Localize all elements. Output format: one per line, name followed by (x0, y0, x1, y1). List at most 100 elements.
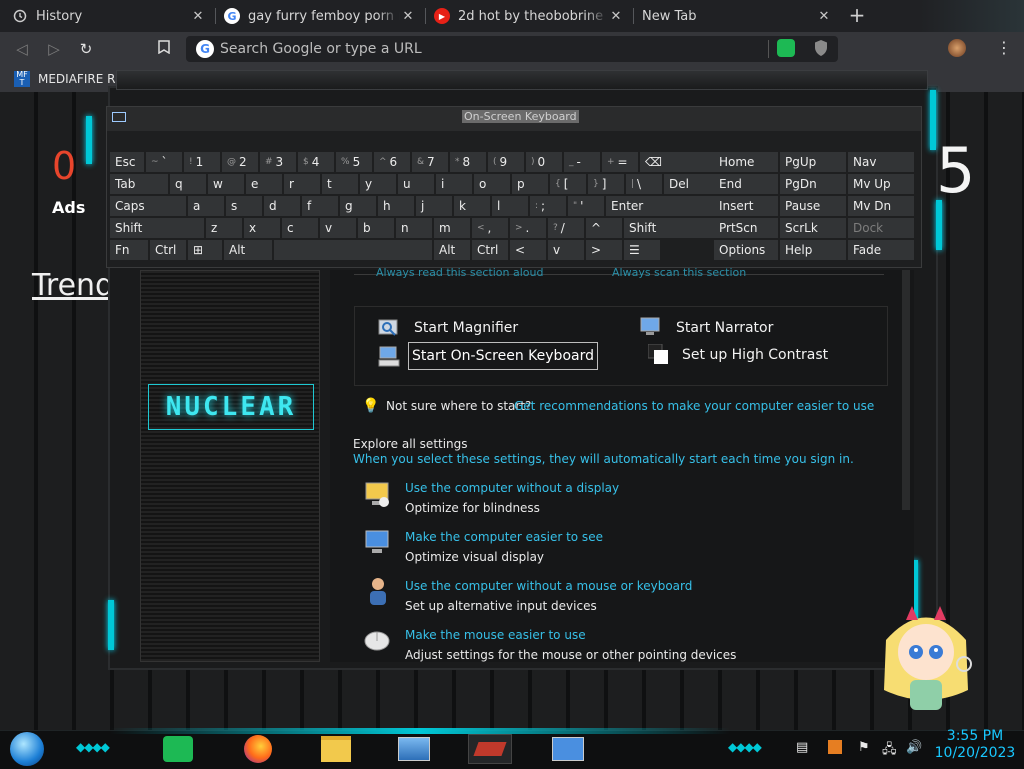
tab-new-tab[interactable]: New Tab ✕ (634, 2, 840, 30)
tab-google-search[interactable]: G gay furry femboy porn rule 34 ✕ (216, 2, 424, 30)
forward-icon[interactable]: ▷ (42, 38, 66, 60)
firefox-icon[interactable] (236, 734, 280, 764)
osk-key[interactable]: Tab (110, 174, 168, 194)
flag-icon[interactable]: ⚑ (858, 740, 870, 755)
tab-youtube[interactable]: ▶ 2d hot by theobobrine hd porn ✕ (426, 2, 632, 30)
osk-key[interactable]: r (284, 174, 320, 194)
osk-nav-key[interactable]: ScrLk (780, 218, 846, 238)
menu-icon[interactable]: ⋮ (996, 38, 1012, 57)
photos-icon[interactable] (392, 734, 436, 764)
osk-key[interactable]: m (434, 218, 470, 238)
osk-key[interactable]: }] (588, 174, 624, 194)
osk-nav-key[interactable]: PrtScn (714, 218, 778, 238)
osk-key[interactable]: w (208, 174, 244, 194)
osk-key[interactable]: #3 (260, 152, 296, 172)
close-icon[interactable]: ✕ (816, 9, 832, 24)
bookmark-star-icon[interactable] (152, 38, 176, 60)
osk-key[interactable]: t (322, 174, 358, 194)
scrollbar[interactable] (902, 270, 910, 510)
osk-key[interactable]: ! 1 (184, 152, 220, 172)
osk-key[interactable]: a (188, 196, 224, 216)
osk-nav-key[interactable]: Insert (714, 196, 778, 216)
osk-nav-key[interactable]: Options (714, 240, 778, 260)
file-explorer-icon[interactable] (314, 734, 358, 764)
osk-key[interactable]: ~ ` (146, 152, 182, 172)
osk-key[interactable]: {[ (550, 174, 586, 194)
osk-key[interactable]: :; (530, 196, 566, 216)
osk-key[interactable]: % 5 (336, 152, 372, 172)
osk-nav-key[interactable]: Help (780, 240, 846, 260)
osk-key[interactable]: Shift (110, 218, 204, 238)
new-tab-button[interactable]: + (845, 4, 869, 28)
osk-key[interactable]: f (302, 196, 338, 216)
osk-key[interactable]: c (282, 218, 318, 238)
osk-key[interactable]: l (492, 196, 528, 216)
osk-key[interactable]: h (378, 196, 414, 216)
osk-nav-key[interactable]: End (714, 174, 778, 194)
osk-key[interactable]: " ' (568, 196, 604, 216)
osk-key[interactable]: ☰ (624, 240, 660, 260)
osk-key[interactable]: p (512, 174, 548, 194)
back-icon[interactable]: ◁ (10, 38, 34, 60)
start-osk-button[interactable]: Start On-Screen Keyboard (408, 342, 598, 370)
osk-nav-key[interactable]: Dock (848, 218, 914, 238)
osk-key[interactable]: Fn (110, 240, 148, 260)
setting-link[interactable]: Make the mouse easier to use (405, 628, 586, 642)
osk-key[interactable]: & 7 (412, 152, 448, 172)
osk-nav-key[interactable]: PgDn (780, 174, 846, 194)
osk-key[interactable]: v (548, 240, 584, 260)
osk-key[interactable]: ⊞ (188, 240, 222, 260)
osk-key[interactable]: > (586, 240, 622, 260)
start-button[interactable] (10, 732, 44, 766)
clock[interactable]: 3:55 PM 10/20/2023 (930, 728, 1020, 762)
osk-key[interactable]: >. (510, 218, 546, 238)
osk-key[interactable]: + = (602, 152, 638, 172)
osk-key[interactable]: u (398, 174, 434, 194)
ease-of-access-icon[interactable] (546, 734, 590, 764)
osk-key[interactable]: @2 (222, 152, 258, 172)
osk-nav-key[interactable]: Fade (848, 240, 914, 260)
osk-key[interactable]: s (226, 196, 262, 216)
notification-app-icon[interactable] (828, 740, 842, 754)
avatar[interactable] (948, 39, 966, 57)
nuclear-app-icon[interactable] (468, 734, 512, 764)
osk-key[interactable]: ^ (586, 218, 622, 238)
bookmark-item[interactable]: MEDIAFIRE RO (38, 72, 118, 86)
start-narrator-link[interactable]: Start Narrator (676, 320, 773, 336)
osk-key[interactable]: o (474, 174, 510, 194)
osk-key[interactable]: Esc (110, 152, 144, 172)
shield-icon[interactable] (813, 39, 829, 57)
osk-key[interactable]: x (244, 218, 280, 238)
setting-link[interactable]: Use the computer without a mouse or keyb… (405, 579, 692, 593)
osk-key[interactable]: * 8 (450, 152, 486, 172)
setting-link[interactable]: Use the computer without a display (405, 481, 619, 495)
osk-key[interactable]: <, (472, 218, 508, 238)
osk-key[interactable]: ? / (548, 218, 584, 238)
volume-icon[interactable]: 🔊 (906, 740, 922, 755)
spotify-icon[interactable] (156, 734, 200, 764)
osk-nav-key[interactable]: Mv Dn (848, 196, 914, 216)
osk-key[interactable]: j (416, 196, 452, 216)
osk-key[interactable]: Ctrl (150, 240, 186, 260)
trend-label[interactable]: Trend (32, 268, 114, 303)
close-icon[interactable]: ✕ (190, 9, 206, 24)
close-icon[interactable]: ✕ (608, 9, 624, 24)
osk-key[interactable]: n (396, 218, 432, 238)
osk-key[interactable]: _ - (564, 152, 600, 172)
osk-key[interactable]: Ctrl (472, 240, 508, 260)
osk-key[interactable]: < (510, 240, 546, 260)
osk-key[interactable] (274, 240, 432, 260)
network-icon[interactable]: 🖧 (882, 740, 897, 762)
osk-key[interactable]: Del (664, 174, 720, 194)
osk-key[interactable]: v (320, 218, 356, 238)
osk-key[interactable]: z (206, 218, 242, 238)
recommendations-link[interactable]: Get recommendations to make your compute… (514, 399, 874, 413)
osk-key[interactable]: Alt (434, 240, 470, 260)
osk-key[interactable]: g (340, 196, 376, 216)
extension-icon[interactable] (777, 39, 795, 57)
osk-key[interactable]: ^ 6 (374, 152, 410, 172)
osk-key[interactable]: | \ (626, 174, 662, 194)
search-input[interactable]: Search Google or type a URL (220, 41, 422, 57)
osk-key[interactable]: b (358, 218, 394, 238)
osk-key[interactable]: y (360, 174, 396, 194)
